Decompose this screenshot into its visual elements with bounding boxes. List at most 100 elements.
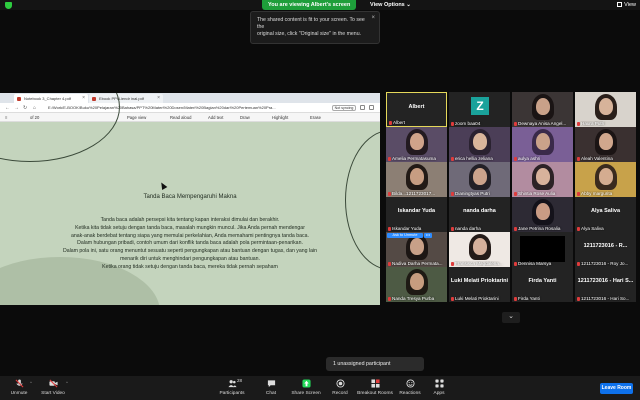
participant-tile[interactable]: 1211723016 - R... 1211723016 - Roy Jo... (575, 232, 636, 267)
more-options-icon[interactable]: ••• (424, 233, 432, 238)
smiley-icon (405, 379, 415, 388)
slide-paragraph: Dalam pola ini, satu orang menuntut sesu… (62, 248, 318, 255)
participant-name-label: Bilda...1211723017... (388, 191, 445, 196)
participant-tile[interactable]: Dianingtyas Putri (449, 162, 510, 197)
zoom-window: You are viewing Albert's screen View Opt… (0, 0, 640, 400)
view-options-button[interactable]: View Options ⌄ (370, 0, 411, 10)
participant-tile[interactable]: Dewnaya Anisa Angel... (512, 92, 573, 127)
shared-screen[interactable]: Notebook 3_Chapter 4.pdf × Ebook PPi Lien… (0, 93, 380, 305)
close-tab-icon[interactable]: × (157, 94, 160, 103)
participant-name: 1211723016 - Hari So... (581, 296, 630, 301)
breakout-rooms-button[interactable]: Breakout Rooms (356, 379, 394, 399)
sync-button[interactable]: Not syncing (332, 105, 356, 111)
chevron-down-icon[interactable]: ⌄ (502, 312, 520, 323)
reactions-button[interactable]: Reactions (397, 379, 423, 399)
participant-tile[interactable]: Luki Melati Prioktarini Luki Melati Priok… (449, 267, 510, 302)
microphone-muted-icon (451, 296, 454, 301)
person-face (536, 168, 550, 185)
participant-tile[interactable]: Jane Petrina Rosalia (512, 197, 573, 232)
microphone-muted-icon (514, 296, 517, 301)
participant-tile[interactable]: Abby margurita (575, 162, 636, 197)
participant-tile[interactable]: Aleah Valentina (575, 127, 636, 162)
participant-name: Fransisca Magdalena... (455, 261, 503, 266)
pdf-slide: Tanda Baca Mempengaruhi Makna Tanda baca… (0, 93, 380, 305)
participant-name: Luki Melati Prioktarini (455, 296, 499, 301)
microphone-muted-icon (389, 120, 392, 125)
pdf-tool-highlight[interactable]: Highlight (272, 113, 288, 122)
record-button[interactable]: Record (328, 379, 352, 399)
participant-tile[interactable]: Albert Albert (386, 92, 447, 127)
pdf-tool-erase[interactable]: Erase (310, 113, 321, 122)
participant-tile[interactable]: Iskandar Yuda Iskandar Yuda (386, 197, 447, 232)
pdf-tool-add-text[interactable]: Add text (208, 113, 223, 122)
participant-name: Firda Yanti (518, 296, 540, 301)
microphone-muted-icon (388, 296, 391, 301)
slide-paragraph: Ketika kita tidak setuju dengan tanda ba… (75, 224, 305, 231)
microphone-muted-icon (514, 156, 517, 161)
video-off-icon (48, 379, 58, 388)
participant-tile[interactable]: Fransisca Magdalena... (449, 232, 510, 267)
participant-display-name: 1211723016 - Hari S... (577, 278, 634, 284)
apps-label: Apps (433, 391, 445, 396)
participant-name: Jane Petrina Rosalia (518, 226, 561, 231)
participant-tile[interactable]: Shintia Rose Aulia (512, 162, 573, 197)
participant-tile[interactable]: Haura Putri (575, 92, 636, 127)
unassigned-participant-notice[interactable]: 1 unassigned participant (326, 357, 424, 371)
person-face (410, 168, 424, 185)
participant-name: Abby margurita (581, 191, 613, 196)
pdf-tool-draw[interactable]: Draw (240, 113, 250, 122)
participant-name: Bilda...1211723017... (392, 191, 436, 196)
participant-name: aulya ashri (518, 156, 541, 161)
unmute-button[interactable]: Unmute (5, 379, 33, 399)
participant-tile[interactable]: Bilda...1211723017... (386, 162, 447, 197)
microphone-muted-icon (514, 121, 517, 126)
microphone-muted-icon (514, 191, 517, 196)
person-face (536, 203, 550, 220)
caret-up-icon[interactable]: ^ (30, 380, 32, 385)
participant-tile[interactable]: Alya Saliva Alya Saliva (575, 197, 636, 232)
participant-name-label: Dennisa Marsya (514, 261, 571, 266)
shield-icon[interactable] (5, 2, 12, 9)
microphone-muted-icon (451, 121, 454, 126)
microphone-muted-icon (388, 191, 391, 196)
slide-paragraph: Tanda baca adalah persepsi kita tentang … (100, 217, 280, 223)
participant-name-label: Alya Saliva (577, 226, 634, 231)
menu-icon[interactable] (369, 105, 374, 110)
extensions-icon[interactable] (360, 105, 365, 110)
participant-tile[interactable]: aulya ashri (512, 127, 573, 162)
leave-room-button[interactable]: Leave Room (600, 383, 633, 394)
ask-to-unmute-button[interactable]: Ask to Unmute (387, 233, 423, 238)
participant-name-label: Nadiva Darha Permata... (388, 261, 445, 266)
chat-icon (267, 380, 275, 388)
participant-name-label: erica hellia zeliana (451, 156, 508, 161)
reactions-label: Reactions (399, 391, 421, 396)
participant-name-label: 1211723016 - Roy Jo... (577, 261, 634, 266)
participant-tile[interactable]: Ask to Unmute ••• Nadiva Darha Permata... (386, 232, 447, 267)
participant-tile[interactable]: erica hellia zeliana (449, 127, 510, 162)
apps-button[interactable]: Apps (428, 379, 450, 399)
microphone-muted-icon (577, 261, 580, 266)
participant-tile[interactable]: nanda darha nanda darha (449, 197, 510, 232)
pdf-tool-page-view[interactable]: Page view (127, 113, 146, 122)
participant-name-label: 1211723016 - Hari So... (577, 296, 634, 301)
caret-up-icon[interactable]: ^ (66, 380, 68, 385)
participant-name-label: Iskandar Yuda (388, 226, 445, 231)
start-video-button[interactable]: Start Video (38, 379, 68, 399)
participant-tile[interactable]: 1211723016 - Hari S... 1211723016 - Hari … (575, 267, 636, 302)
share-screen-label: Share Screen (291, 391, 321, 396)
chat-button[interactable]: Chat (260, 379, 282, 399)
person-face (410, 273, 424, 290)
participants-button[interactable]: 28 Participants (216, 378, 248, 399)
participant-tile[interactable]: Nanda Tresya Purba (386, 267, 447, 302)
participant-tile[interactable]: Firda Yanti Firda Yanti (512, 267, 573, 302)
pdf-tool-read-aloud[interactable]: Read aloud (170, 113, 191, 122)
view-button[interactable]: View (617, 0, 636, 10)
microphone-muted-icon (577, 121, 580, 126)
participant-tile[interactable]: Zzoom baa04 (449, 92, 510, 127)
close-icon[interactable]: × (371, 15, 375, 22)
share-screen-button[interactable]: Share Screen (290, 379, 322, 399)
participant-tile[interactable]: Amelia Permatasuma (386, 127, 447, 162)
breakout-rooms-icon (370, 379, 380, 388)
participant-tile[interactable]: Dennisa Marsya (512, 232, 573, 267)
grid-icon (617, 2, 623, 8)
